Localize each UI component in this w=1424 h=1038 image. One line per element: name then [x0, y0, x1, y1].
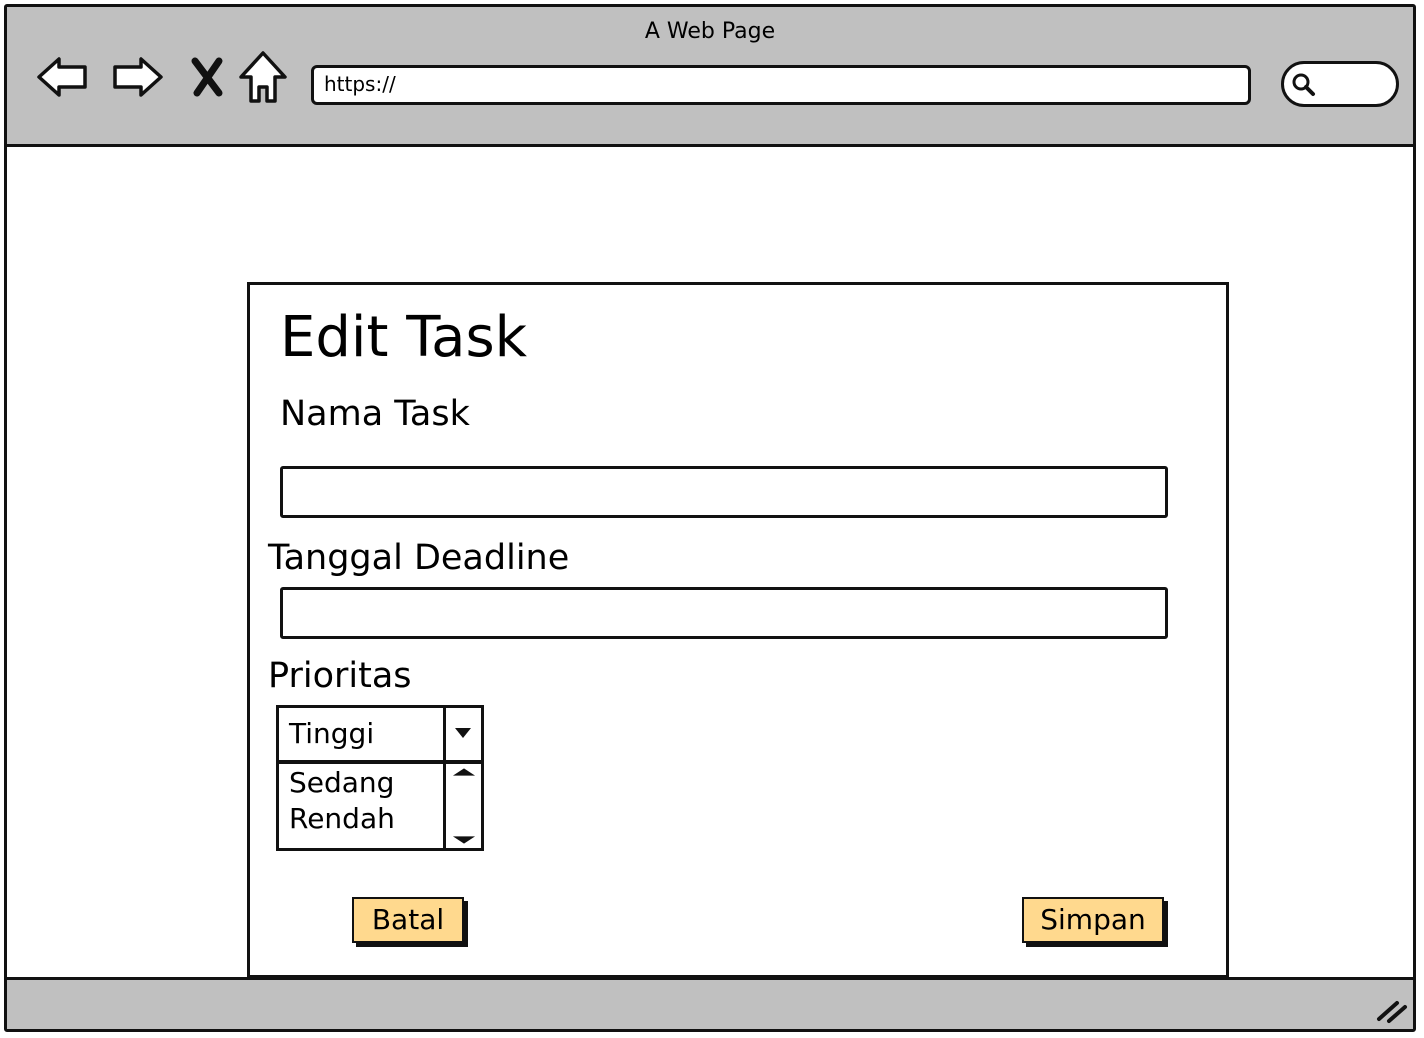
task-name-label: Nama Task — [280, 394, 470, 434]
url-input[interactable]: https:// — [311, 65, 1251, 105]
priority-options-list: Sedang Rendah — [276, 761, 484, 851]
save-button[interactable]: Simpan — [1022, 897, 1164, 943]
chevron-down-icon — [455, 728, 471, 738]
dropdown-toggle[interactable] — [443, 708, 481, 760]
forward-arrow-icon[interactable] — [107, 47, 167, 107]
page-title: Edit Task — [280, 305, 528, 370]
deadline-label: Tanggal Deadline — [268, 538, 570, 578]
close-x-icon[interactable] — [179, 47, 239, 107]
search-icon — [1292, 73, 1315, 96]
list-item[interactable]: Rendah — [289, 802, 395, 836]
scroll-up-icon[interactable] — [450, 766, 478, 778]
browser-toolbar: A Web Page https:// — [7, 7, 1413, 147]
priority-selected-value: Tinggi — [289, 717, 375, 750]
task-name-input[interactable] — [280, 466, 1168, 518]
browser-window: A Web Page https:// Edit Task Nama Task … — [4, 4, 1416, 1032]
scroll-down-icon[interactable] — [450, 834, 478, 846]
list-item[interactable]: Sedang — [289, 766, 394, 800]
priority-label: Prioritas — [268, 656, 412, 696]
back-arrow-icon[interactable] — [33, 47, 93, 107]
scrollbar[interactable] — [443, 764, 481, 848]
cancel-button[interactable]: Batal — [352, 897, 464, 943]
window-title: A Web Page — [644, 19, 776, 44]
edit-task-form: Edit Task Nama Task Tanggal Deadline Pri… — [247, 282, 1229, 978]
status-bar — [7, 977, 1413, 1029]
priority-select[interactable]: Tinggi — [276, 705, 484, 763]
browser-search-box[interactable] — [1281, 61, 1399, 107]
deadline-input[interactable] — [280, 587, 1168, 639]
home-icon[interactable] — [233, 47, 293, 107]
resize-grip-icon[interactable] — [1373, 995, 1409, 1025]
